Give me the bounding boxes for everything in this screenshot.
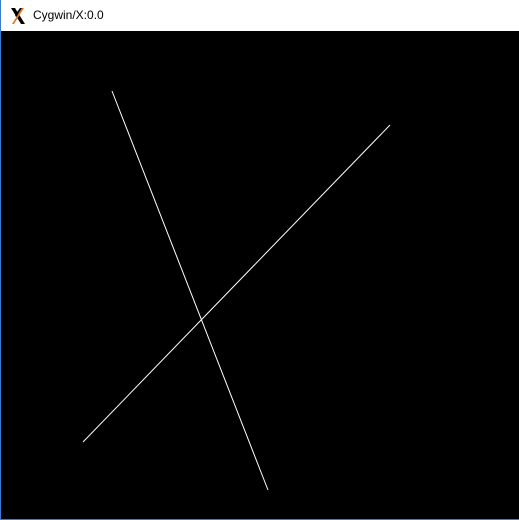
- drawing-surface: [82, 90, 391, 491]
- window-title: Cygwin/X:0.0: [33, 8, 104, 22]
- x-window: Cygwin/X:0.0: [0, 0, 519, 520]
- line-1: [111, 90, 269, 491]
- drawing-canvas[interactable]: [2, 31, 519, 519]
- title-bar[interactable]: Cygwin/X:0.0: [1, 0, 519, 31]
- x-window-system-icon[interactable]: [10, 7, 26, 25]
- line-2: [82, 124, 391, 443]
